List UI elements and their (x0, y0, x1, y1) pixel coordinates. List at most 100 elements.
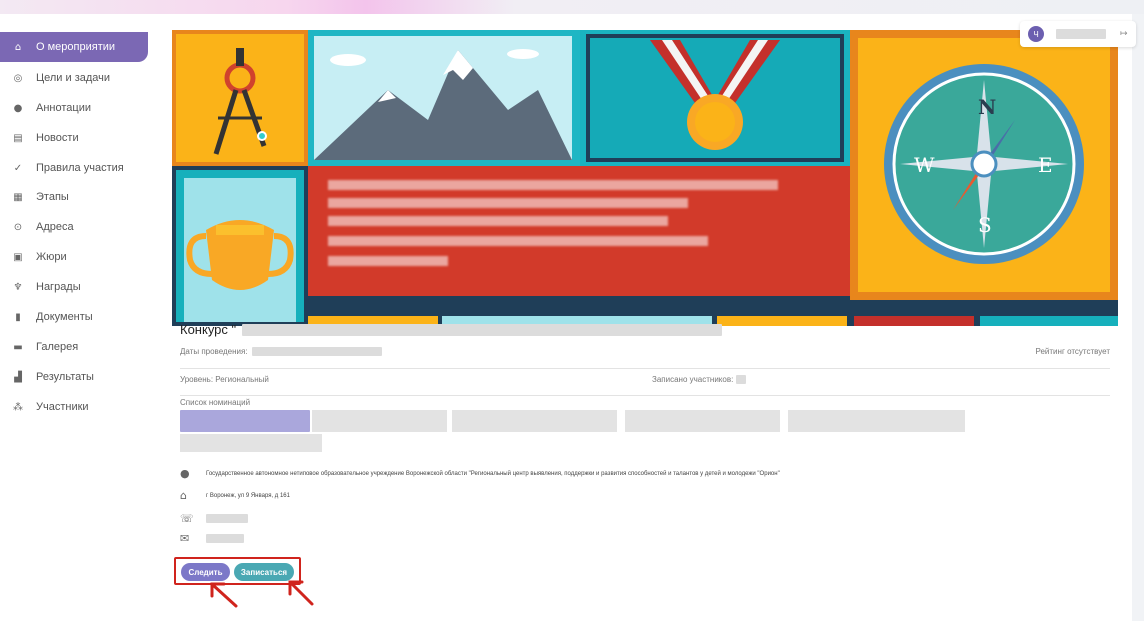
user-menu[interactable]: Ч ↦ (1020, 21, 1136, 47)
svg-text:S: S (978, 213, 992, 237)
address-row: ⌂ г Воронеж, ул 9 Января, д 161 (180, 489, 290, 502)
sidebar-item-label: Награды (36, 281, 81, 293)
redacted-dates (251, 347, 382, 356)
sidebar: ⌂ О мероприятии ◎ Цели и задачи ● Аннота… (0, 14, 148, 621)
banner-strip (717, 316, 847, 326)
phone-icon: ☏ (180, 512, 194, 525)
mail-icon: ✉ (180, 532, 190, 545)
nomination-chip[interactable] (312, 410, 447, 432)
trophy-icon: ♆ (13, 281, 23, 293)
location-pin-icon: ⊙ (13, 221, 23, 233)
sidebar-item-label: О мероприятии (36, 41, 116, 53)
divider (180, 368, 1110, 369)
medal-icon (586, 34, 844, 162)
sidebar-item-annotations[interactable]: ● Аннотации (0, 93, 148, 123)
home-icon: ⌂ (14, 41, 22, 53)
avatar: Ч (1028, 26, 1044, 42)
sidebar-item-about[interactable]: ⌂ О мероприятии (0, 32, 148, 62)
sidebar-item-label: Аннотации (36, 102, 91, 114)
nomination-chip[interactable] (180, 410, 310, 432)
check-icon: ✓ (13, 162, 23, 174)
gallery-icon: ▬ (13, 341, 23, 353)
rating-text: Рейтинг отсутствует (1035, 347, 1110, 356)
sidebar-item-label: Этапы (36, 191, 69, 203)
redacted-title (242, 323, 723, 336)
organizer-name: Государственное автономное нетиповое обр… (206, 470, 780, 477)
sidebar-item-addresses[interactable]: ⊙ Адреса (0, 212, 148, 242)
nomination-chip[interactable] (452, 410, 617, 432)
banner-strip (980, 316, 1118, 326)
nomination-chip[interactable] (180, 434, 322, 452)
sidebar-item-news[interactable]: ▤ Новости (0, 123, 148, 153)
sidebar-item-label: Новости (36, 132, 79, 144)
divider (180, 395, 1110, 396)
dates-label: Даты проведения: (180, 347, 248, 356)
sidebar-item-results[interactable]: ▟ Результаты (0, 362, 148, 392)
logout-icon[interactable]: ↦ (1120, 29, 1128, 39)
annotation-arrows (210, 580, 314, 608)
redacted-email (206, 534, 244, 543)
person-icon: ● (180, 467, 190, 480)
sidebar-item-label: Результаты (36, 371, 94, 383)
trophy-icon (184, 178, 296, 322)
drawing-compass-icon (213, 48, 267, 155)
calendar-icon: ▦ (13, 191, 23, 203)
mountain-icon (314, 36, 572, 160)
sidebar-item-label: Документы (36, 311, 93, 323)
compass-tool-tile (172, 30, 308, 166)
compass-rose-tile: N W E S (850, 30, 1118, 300)
signup-button[interactable]: Записаться (234, 563, 294, 581)
event-title-row: Конкурс " (180, 322, 723, 337)
organizer-row: ● Государственное автономное нетиповое о… (180, 467, 780, 480)
phone-row: ☏ (180, 512, 248, 525)
event-card: N W E S Конкурс " Даты проведения: Рейти… (148, 14, 1132, 621)
dates-row: Даты проведения: (180, 347, 382, 356)
bar-chart-icon: ▟ (14, 371, 22, 383)
participants-row: Записано участников: (652, 375, 747, 384)
jury-icon: ▣ (13, 251, 23, 263)
sidebar-item-gallery[interactable]: ▬ Галерея (0, 332, 148, 362)
organizer-address: г Воронеж, ул 9 Января, д 161 (206, 492, 290, 499)
top-decoration (0, 0, 1144, 14)
target-icon: ◎ (13, 72, 23, 84)
trophy-tile (172, 166, 308, 326)
svg-text:E: E (1038, 153, 1053, 177)
sidebar-item-label: Участники (36, 401, 89, 413)
sidebar-item-jury[interactable]: ▣ Жюри (0, 242, 148, 272)
nominations-label: Список номинаций (180, 398, 251, 407)
medal-tile (580, 30, 850, 166)
event-banner: N W E S (172, 30, 1118, 326)
sidebar-item-label: Адреса (36, 221, 74, 233)
sidebar-item-goals[interactable]: ◎ Цели и задачи (0, 63, 148, 93)
email-row: ✉ (180, 532, 244, 545)
banner-strip (854, 316, 974, 326)
sidebar-item-documents[interactable]: ▮ Документы (0, 302, 148, 332)
redacted-phone (206, 514, 248, 523)
document-icon: ▮ (15, 311, 21, 323)
redacted-count (736, 375, 747, 384)
nominations-list (180, 410, 965, 432)
redacted-username (1056, 29, 1106, 39)
sidebar-item-label: Галерея (36, 341, 79, 353)
newspaper-icon: ▤ (13, 132, 23, 144)
level-text: Уровень: Региональный (180, 375, 269, 384)
sidebar-item-label: Цели и задачи (36, 72, 111, 84)
people-icon: ⁂ (13, 401, 23, 413)
sidebar-item-participants[interactable]: ⁂ Участники (0, 392, 148, 422)
participants-label: Записано участников: (652, 375, 734, 384)
nomination-chip[interactable] (625, 410, 780, 432)
sidebar-item-awards[interactable]: ♆ Награды (0, 272, 148, 302)
home-icon: ⌂ (180, 489, 187, 502)
page-title: Конкурс " (180, 322, 237, 337)
sidebar-item-rules[interactable]: ✓ Правила участия (0, 153, 148, 183)
sidebar-item-stages[interactable]: ▦ Этапы (0, 182, 148, 212)
svg-text:W: W (914, 153, 935, 177)
compass-rose-icon: N W E S (858, 38, 1110, 292)
follow-button[interactable]: Следить (181, 563, 230, 581)
nomination-chip[interactable] (788, 410, 965, 432)
svg-text:N: N (978, 95, 996, 119)
mountain-tile (308, 30, 580, 166)
sidebar-item-label: Жюри (36, 251, 67, 263)
sidebar-item-label: Правила участия (36, 162, 124, 174)
info-icon: ● (13, 102, 23, 114)
